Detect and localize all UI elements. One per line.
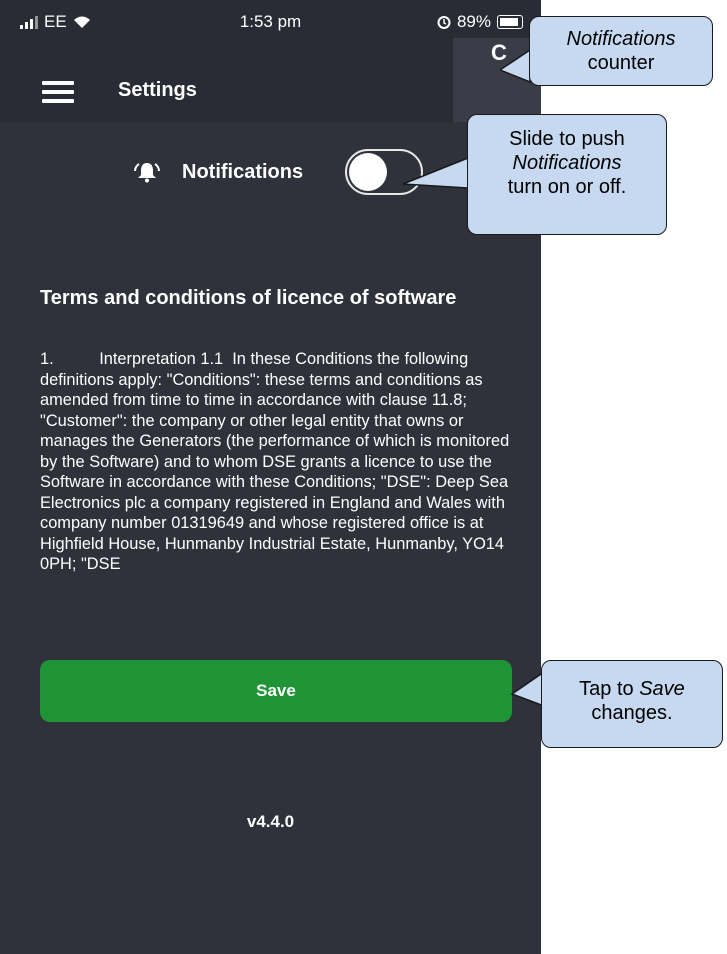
status-right: 89% — [437, 12, 523, 32]
notifications-label: Notifications — [182, 161, 304, 183]
callout-counter: Notifications counter — [529, 16, 713, 86]
terms-title: Terms and conditions of licence of softw… — [40, 287, 457, 309]
menu-icon[interactable] — [42, 81, 74, 103]
callout-toggle: Slide to push Notifications turn on or o… — [467, 114, 667, 235]
page-title: Settings — [118, 79, 197, 101]
bell-icon — [134, 163, 160, 183]
battery-percent: 89% — [456, 12, 491, 31]
callout-toggle-italic: Notifications — [512, 152, 622, 174]
battery-icon — [497, 15, 523, 29]
callout-counter-text: counter — [587, 52, 655, 74]
callout-save-prefix: Tap to — [579, 678, 640, 700]
app-header: Settings — [0, 38, 541, 122]
callout-counter-italic: Notifications — [566, 28, 676, 50]
status-bar: EE 1:53 pm 89% — [0, 0, 541, 38]
callout-pointer-toggle — [402, 156, 469, 189]
alarm-icon — [437, 16, 451, 29]
phone-screen: EE 1:53 pm 89% Settings C Notifications … — [0, 0, 541, 954]
callout-save-suffix: changes. — [591, 702, 673, 724]
callout-save-italic: Save — [639, 678, 685, 700]
callout-toggle-line1: Slide to push — [509, 128, 625, 150]
version-label: v4.4.0 — [246, 812, 295, 831]
callout-save: Tap to Save changes. — [541, 660, 723, 748]
toggle-knob[interactable] — [349, 153, 387, 191]
terms-body: 1. Interpretation 1.1 In these Condition… — [40, 350, 514, 573]
save-button[interactable]: Save — [40, 660, 512, 722]
callout-toggle-line3: turn on or off. — [507, 176, 627, 198]
